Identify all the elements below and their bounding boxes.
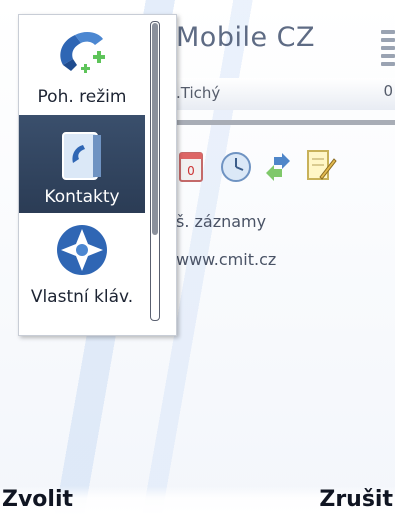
menu-label-profile-mode: Poh. režim [37, 87, 127, 107]
menu-item-navi-key[interactable]: Vlastní kláv. [19, 215, 145, 313]
web-link-text[interactable]: www.cmit.cz [176, 250, 276, 269]
calendar-icon[interactable]: 0 [176, 145, 212, 185]
softkey-bar: Zvolit Zrušit [0, 486, 395, 516]
profile-row[interactable]: .Tichý 0 [174, 78, 395, 110]
operator-name: Mobile CZ [176, 22, 315, 53]
missed-log-text[interactable]: š. záznamy [176, 212, 266, 231]
profile-tail: 0 [383, 82, 393, 100]
menu-item-profile-mode[interactable]: Poh. režim [19, 15, 145, 113]
navi-key-icon [57, 225, 107, 275]
notes-icon[interactable] [302, 145, 338, 185]
divider [174, 120, 395, 125]
cancel-softkey[interactable]: Zrušit [319, 487, 393, 512]
shortcut-popup: Poh. režim Kontakty Vlastní kláv. [18, 14, 177, 336]
signal-icon [381, 30, 395, 80]
menu-label-contacts: Kontakty [44, 187, 120, 207]
clock-icon[interactable] [218, 145, 254, 185]
scrollbar-thumb[interactable] [152, 23, 158, 235]
profile-name: .Tichý [176, 84, 221, 102]
menu-item-contacts[interactable]: Kontakty [19, 115, 145, 213]
contacts-icon [62, 132, 101, 180]
select-softkey[interactable]: Zvolit [2, 487, 73, 512]
svg-text:0: 0 [187, 164, 195, 178]
menu-label-navi-key: Vlastní kláv. [30, 287, 134, 307]
phone-mode-icon [60, 32, 105, 73]
sync-icon[interactable] [260, 145, 296, 185]
shortcut-bar: 0 [176, 145, 338, 185]
